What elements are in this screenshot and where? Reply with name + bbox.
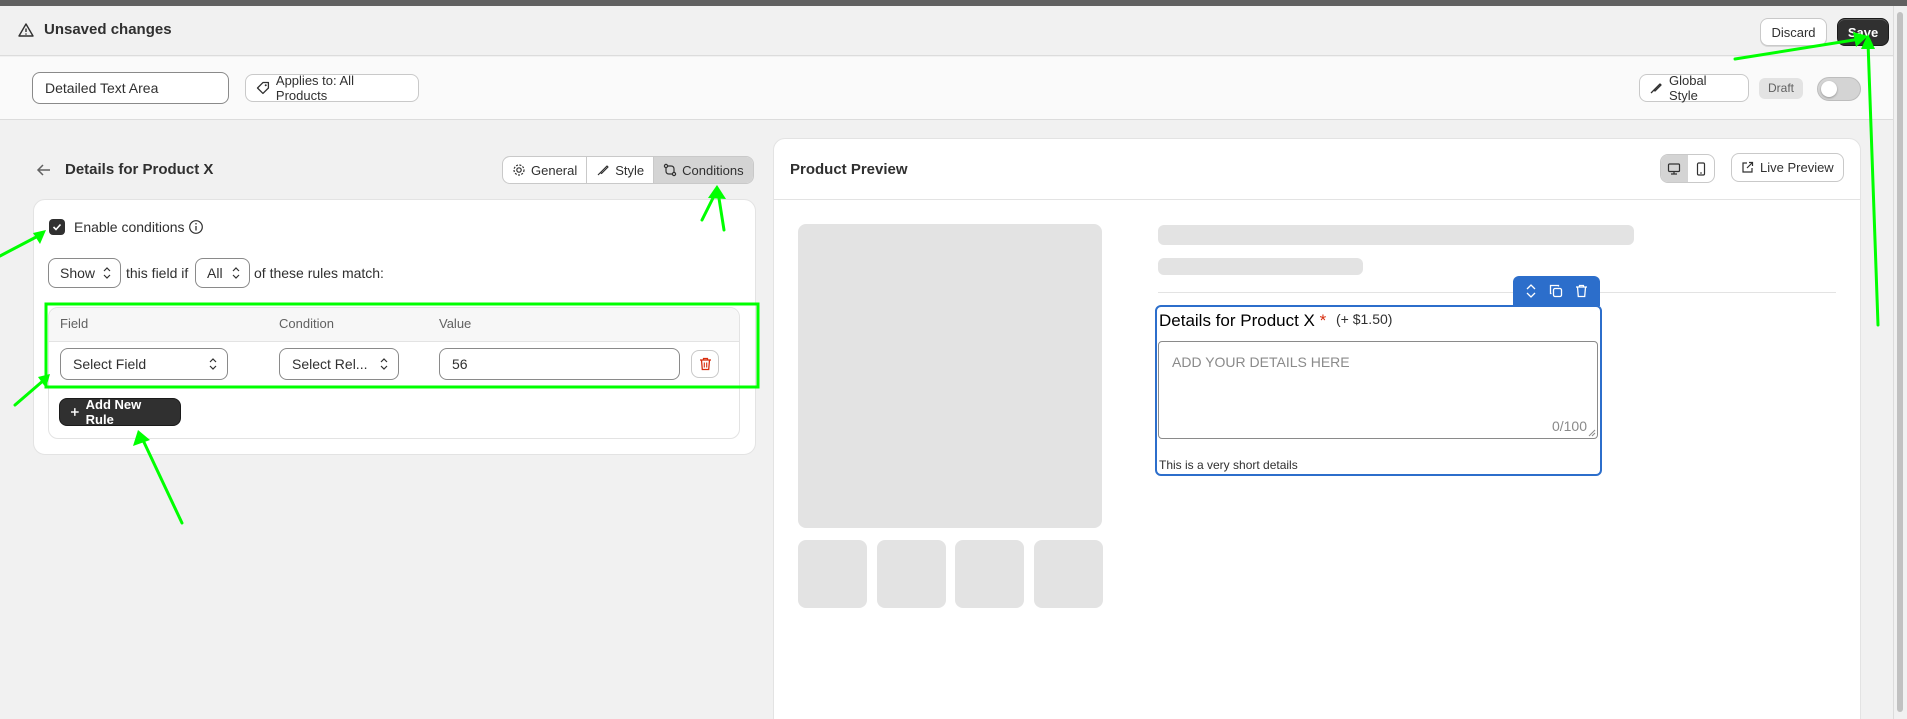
field-widget-toolbar [1513, 276, 1600, 306]
page-scrollbar[interactable] [1893, 6, 1907, 719]
applies-to-label: Applies to: All Products [275, 73, 354, 103]
check-icon [52, 223, 62, 231]
match-select[interactable]: All [195, 258, 250, 288]
publish-toggle[interactable] [1817, 77, 1861, 101]
desktop-view-button[interactable] [1661, 155, 1688, 182]
mobile-icon [1696, 161, 1705, 176]
resize-handle-icon[interactable] [1588, 429, 1596, 437]
external-link-icon [1742, 161, 1754, 173]
action-select[interactable]: Show [48, 258, 121, 288]
editor-toolbar: Applies to: All Products Global Style Dr… [0, 57, 1893, 120]
scrollbar-thumb[interactable] [1897, 12, 1903, 712]
delete-field-icon[interactable] [1575, 284, 1588, 298]
select-chevron-icon [380, 358, 388, 370]
trash-icon [699, 357, 711, 371]
select-chevron-icon [103, 267, 111, 279]
rules-table-header [49, 308, 739, 342]
character-counter: 0/100 [1551, 418, 1587, 434]
field-name-input[interactable] [32, 72, 229, 104]
field-price-label: (+ $1.50) [1336, 311, 1393, 327]
select-chevron-icon [232, 267, 240, 279]
textarea-placeholder: ADD YOUR DETAILS HERE [1172, 354, 1350, 370]
rule-value-input[interactable]: 56 [439, 348, 680, 380]
column-header-field: Field [60, 316, 89, 331]
move-updown-icon[interactable] [1525, 283, 1537, 299]
match-select-value: All [207, 265, 223, 281]
info-icon[interactable] [188, 219, 204, 235]
rule-field-select[interactable]: Select Field [60, 348, 228, 380]
mobile-view-button[interactable] [1688, 155, 1715, 182]
save-button[interactable]: Save [1837, 18, 1889, 46]
status-badge: Draft [1759, 78, 1804, 99]
thumbnail-placeholder [798, 540, 867, 608]
gear-icon [513, 164, 525, 176]
global-style-label: Global Style [1668, 73, 1707, 103]
annotation-arrowhead [708, 185, 726, 199]
add-new-rule-label: Add New Rule [85, 397, 142, 427]
select-chevron-icon [209, 358, 217, 370]
preview-field-label: Details for Product X * [1159, 311, 1326, 331]
toggle-knob [1821, 81, 1837, 97]
rule-condition-value: Select Rel... [292, 356, 368, 372]
live-preview-label: Live Preview [1760, 160, 1834, 175]
enable-conditions-label: Enable conditions [74, 219, 185, 235]
editor-title: Details for Product X [65, 161, 214, 178]
applies-to-button[interactable]: Applies to: All Products [245, 73, 419, 103]
rule-sentence-text-2: of these rules match: [254, 265, 384, 281]
thumbnail-placeholder [1034, 540, 1103, 608]
tab-label: Style [615, 162, 645, 178]
required-asterisk: * [1319, 311, 1327, 330]
column-header-value: Value [439, 316, 472, 331]
unsaved-changes-title: Unsaved changes [44, 21, 172, 38]
product-image-placeholder [798, 224, 1102, 528]
field-label-text: Details for Product X [1159, 311, 1315, 330]
live-preview-button[interactable]: Live Preview [1731, 153, 1844, 182]
tag-icon [256, 81, 270, 95]
rule-field-value: Select Field [73, 356, 147, 372]
rule-condition-select[interactable]: Select Rel... [279, 348, 399, 380]
preview-divider [1158, 292, 1836, 293]
brush-icon [597, 165, 609, 176]
branch-icon [663, 163, 677, 177]
tab-conditions[interactable]: Conditions [654, 157, 753, 183]
tab-label: Conditions [682, 162, 744, 178]
details-textarea[interactable]: ADD YOUR DETAILS HERE 0/100 [1158, 341, 1598, 439]
tab-general[interactable]: General [503, 157, 588, 183]
editor-tabs: General Style Conditions [502, 156, 754, 184]
duplicate-icon[interactable] [1549, 284, 1563, 298]
price-placeholder [1158, 258, 1363, 275]
delete-rule-button[interactable] [691, 350, 719, 378]
thumbnail-placeholder [877, 540, 946, 608]
tab-style[interactable]: Style [587, 157, 655, 183]
field-helper-text: This is a very short details [1159, 458, 1298, 472]
device-toggle [1660, 154, 1715, 183]
rule-sentence-text-1: this field if [126, 265, 189, 281]
enable-conditions-checkbox[interactable] [49, 219, 65, 235]
global-style-button[interactable]: Global Style [1639, 73, 1749, 103]
add-new-rule-button[interactable]: Add New Rule [59, 397, 181, 427]
contextual-save-bar: Unsaved changes Discard Save [0, 6, 1893, 56]
desktop-icon [1668, 162, 1681, 175]
title-placeholder [1158, 225, 1634, 245]
column-header-condition: Condition [279, 316, 334, 331]
discard-button[interactable]: Discard [1760, 18, 1827, 46]
preview-title: Product Preview [790, 161, 908, 178]
tab-label: General [531, 162, 578, 178]
back-arrow-icon[interactable] [35, 161, 53, 179]
thumbnail-placeholder [955, 540, 1024, 608]
action-select-value: Show [60, 265, 96, 281]
paint-brush-icon [1650, 83, 1662, 94]
warning-icon [18, 23, 34, 37]
plus-icon [70, 408, 79, 416]
